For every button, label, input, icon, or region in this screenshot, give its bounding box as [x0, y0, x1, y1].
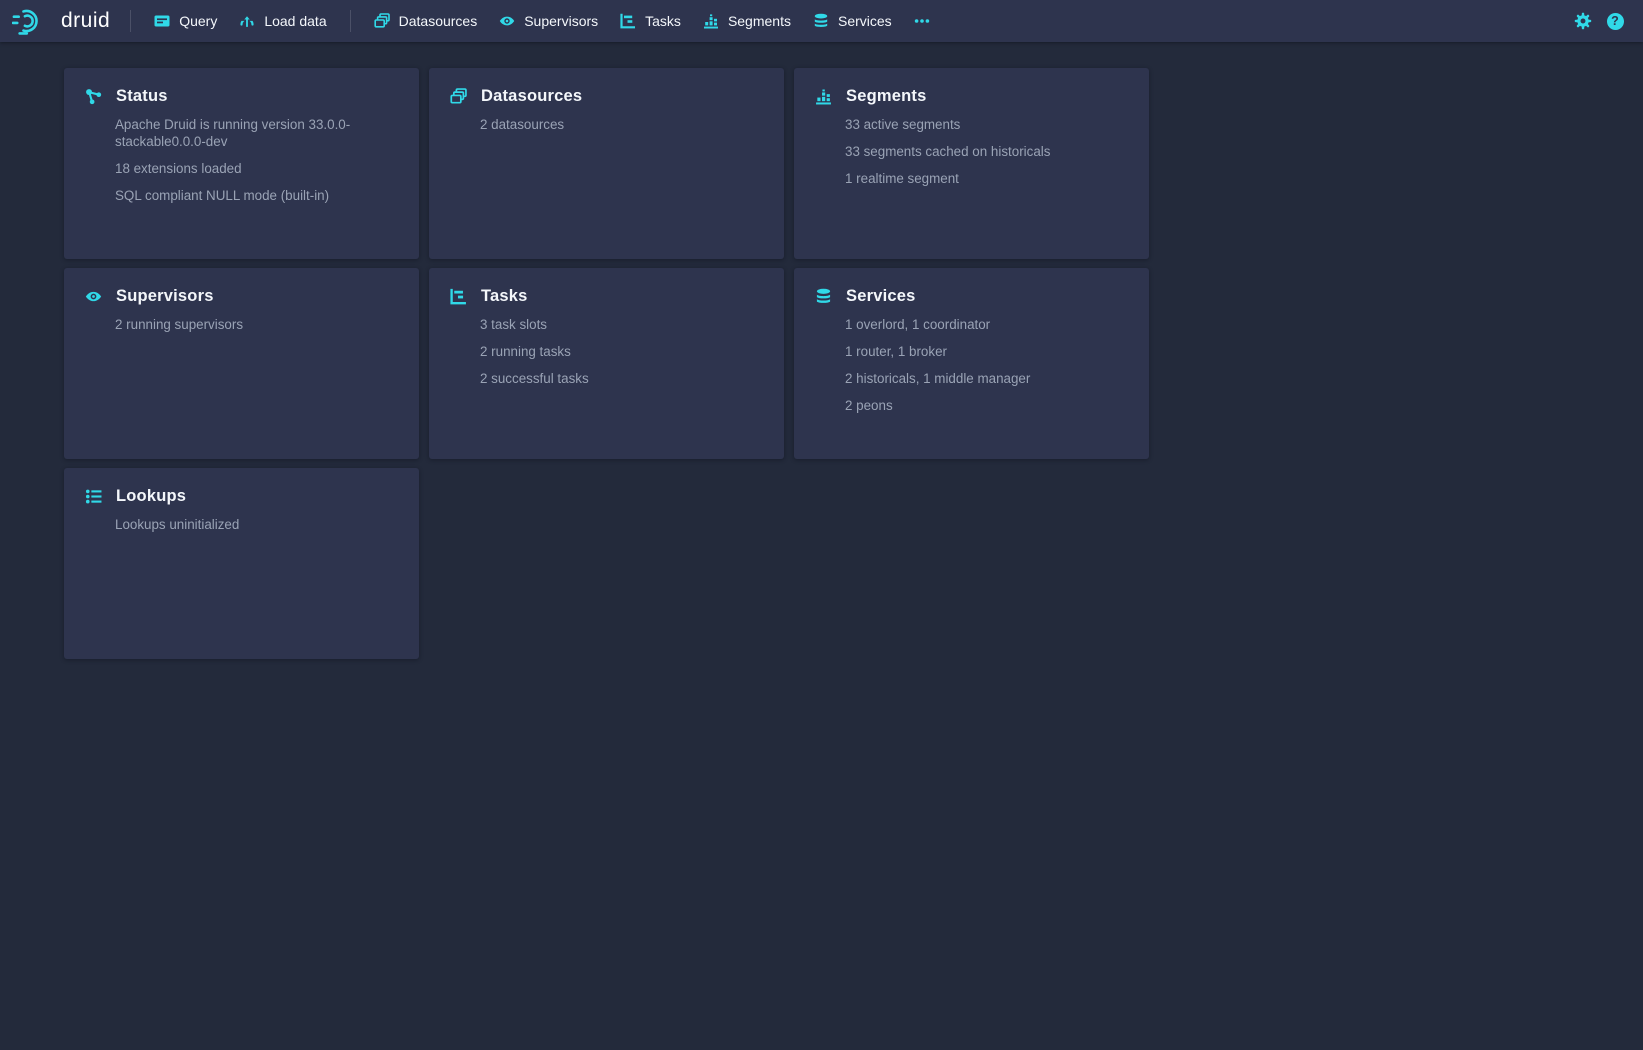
card-body: 3 task slots 2 running tasks 2 successfu…: [480, 316, 766, 387]
logo-text: druid: [61, 10, 110, 31]
card-title: Supervisors: [116, 287, 214, 306]
card-title: Datasources: [481, 87, 582, 106]
card-title: Tasks: [481, 287, 528, 306]
upload-icon: [239, 13, 255, 29]
multi-select-icon: [450, 88, 467, 105]
bar-chart-icon: [703, 13, 719, 29]
nav-item-label: Segments: [728, 13, 791, 29]
druid-logo-icon: [12, 6, 54, 36]
card-body: 2 datasources: [480, 116, 766, 133]
status-line: 1 router, 1 broker: [845, 343, 1131, 360]
status-line: 3 task slots: [480, 316, 766, 333]
status-line: SQL compliant NULL mode (built-in): [115, 187, 401, 204]
card-header: Status: [85, 87, 401, 106]
status-line: 1 overlord, 1 coordinator: [845, 316, 1131, 333]
nav-item-load-data[interactable]: Load data: [228, 0, 337, 42]
status-line: 1 realtime segment: [845, 170, 1131, 187]
nav-item-query[interactable]: Query: [143, 0, 228, 42]
nav-item-segments[interactable]: Segments: [692, 0, 802, 42]
card-body: 1 overlord, 1 coordinator 1 router, 1 br…: [845, 316, 1131, 414]
supervisors-card[interactable]: Supervisors 2 running supervisors: [64, 268, 419, 459]
card-header: Lookups: [85, 487, 401, 506]
nav-divider: [350, 10, 351, 32]
status-card[interactable]: Status Apache Druid is running version 3…: [64, 68, 419, 259]
card-title: Services: [846, 287, 916, 306]
services-card[interactable]: Services 1 overlord, 1 coordinator 1 rou…: [794, 268, 1149, 459]
status-line: 33 segments cached on historicals: [845, 143, 1131, 160]
lookups-card[interactable]: Lookups Lookups uninitialized: [64, 468, 419, 659]
eye-icon: [499, 13, 515, 29]
status-line: 2 historicals, 1 middle manager: [845, 370, 1131, 387]
nav-item-supervisors[interactable]: Supervisors: [488, 0, 609, 42]
eye-icon: [85, 288, 102, 305]
card-body: 2 running supervisors: [115, 316, 401, 333]
properties-icon: [85, 488, 102, 505]
nav-more-button[interactable]: [903, 0, 941, 42]
status-line: 18 extensions loaded: [115, 160, 401, 177]
nav-item-label: Datasources: [399, 13, 478, 29]
gear-icon: [1574, 12, 1592, 30]
status-line: 2 running tasks: [480, 343, 766, 360]
gantt-chart-icon: [450, 288, 467, 305]
nav-item-label: Tasks: [645, 13, 681, 29]
card-title: Segments: [846, 87, 926, 106]
card-header: Tasks: [450, 287, 766, 306]
card-title: Lookups: [116, 487, 186, 506]
card-header: Supervisors: [85, 287, 401, 306]
help-button[interactable]: ?: [1602, 8, 1628, 34]
card-body: Apache Druid is running version 33.0.0-s…: [115, 116, 401, 204]
status-line: Lookups uninitialized: [115, 516, 401, 533]
console-icon: [154, 13, 170, 29]
status-line: Apache Druid is running version 33.0.0-s…: [115, 116, 401, 150]
top-nav-bar: druid Query Load data: [0, 0, 1643, 42]
gantt-chart-icon: [620, 13, 636, 29]
more-icon: [914, 13, 930, 29]
card-body: 33 active segments 33 segments cached on…: [845, 116, 1131, 187]
card-header: Services: [815, 287, 1131, 306]
bar-chart-icon: [815, 88, 832, 105]
help-icon: ?: [1607, 13, 1624, 30]
nav-item-label: Supervisors: [524, 13, 598, 29]
nav-item-datasources[interactable]: Datasources: [363, 0, 489, 42]
datasources-card[interactable]: Datasources 2 datasources: [429, 68, 784, 259]
database-icon: [815, 288, 832, 305]
status-line: 2 running supervisors: [115, 316, 401, 333]
status-line: 2 successful tasks: [480, 370, 766, 387]
card-body: Lookups uninitialized: [115, 516, 401, 533]
tasks-card[interactable]: Tasks 3 task slots 2 running tasks 2 suc…: [429, 268, 784, 459]
nav-item-label: Services: [838, 13, 892, 29]
segments-card[interactable]: Segments 33 active segments 33 segments …: [794, 68, 1149, 259]
status-line: 33 active segments: [845, 116, 1131, 133]
nav-item-label: Query: [179, 13, 217, 29]
card-header: Datasources: [450, 87, 766, 106]
nav-item-tasks[interactable]: Tasks: [609, 0, 692, 42]
card-title: Status: [116, 87, 168, 106]
settings-button[interactable]: [1570, 8, 1596, 34]
multi-select-icon: [374, 13, 390, 29]
nav-item-services[interactable]: Services: [802, 0, 903, 42]
status-line: 2 peons: [845, 397, 1131, 414]
nav-item-label: Load data: [264, 13, 326, 29]
database-icon: [813, 13, 829, 29]
main-nav: Query Load data Datasources: [143, 0, 940, 42]
nav-divider: [130, 10, 131, 32]
status-line: 2 datasources: [480, 116, 766, 133]
card-header: Segments: [815, 87, 1131, 106]
druid-logo[interactable]: druid: [10, 6, 118, 36]
graph-icon: [85, 88, 102, 105]
home-view: Status Apache Druid is running version 3…: [0, 42, 1530, 659]
